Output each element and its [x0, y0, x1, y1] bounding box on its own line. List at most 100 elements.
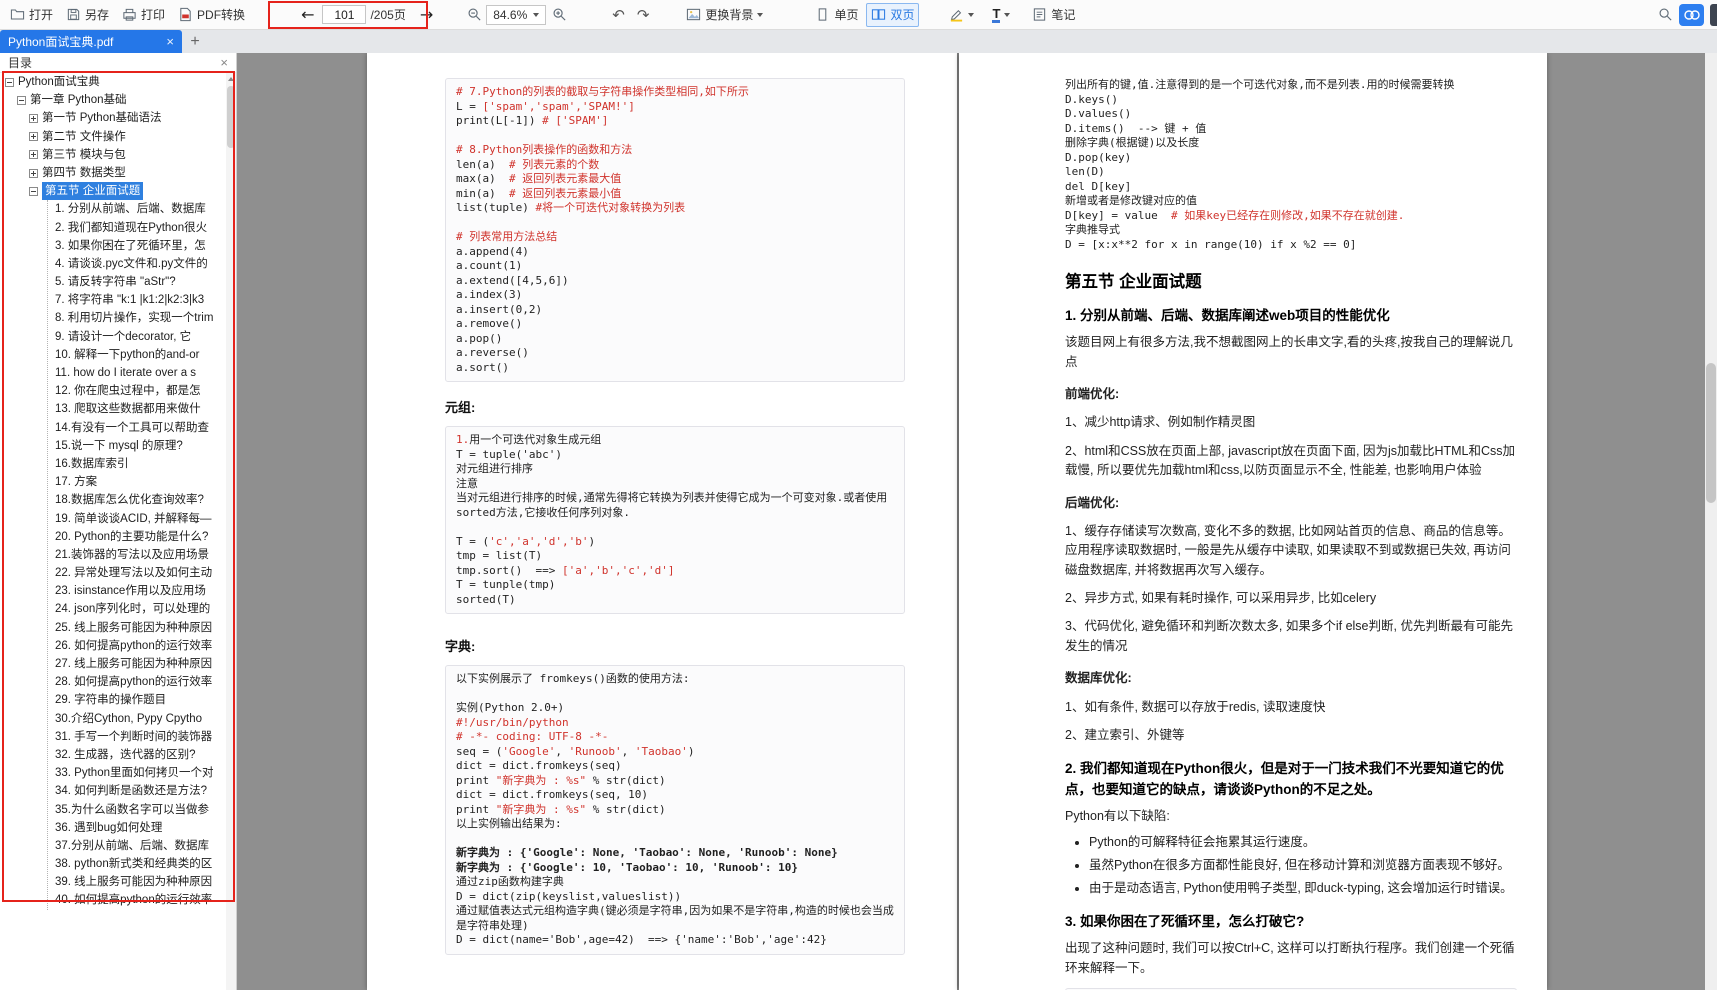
toc-question-item[interactable]: 17. 方案	[48, 473, 226, 491]
toc-question-item[interactable]: 40. 如何提高python的运行效率	[48, 891, 226, 909]
tab-python-mianshi-pdf[interactable]: Python面试宝典.pdf ×	[0, 30, 182, 53]
toc-question-item[interactable]: 1. 分别从前端、后端、数据库	[48, 200, 226, 218]
toc-question-item[interactable]: 29. 字符串的操作题目	[48, 691, 226, 709]
page-number-input[interactable]	[322, 5, 366, 24]
toc-question-item[interactable]: 3. 如果你困在了死循环里，怎	[48, 237, 226, 255]
zoom-level-dropdown[interactable]: 84.6%	[486, 5, 546, 25]
toc-root-label: Python面试宝典	[18, 73, 100, 91]
toc-section-item[interactable]: 第三节 模块与包	[0, 146, 226, 164]
toc-question-item[interactable]: 2. 我们都知道现在Python很火	[48, 219, 226, 237]
expand-icon[interactable]	[29, 132, 38, 141]
zoom-in-button[interactable]	[548, 3, 571, 27]
tab-close-icon[interactable]: ×	[166, 34, 174, 49]
toc-question-item[interactable]: 38. python新式类和经典类的区	[48, 855, 226, 873]
note-button[interactable]: 笔记	[1028, 3, 1079, 27]
toc-question-item[interactable]: 35.为什么函数名字可以当做参	[48, 801, 226, 819]
toc-section-selected[interactable]: 第五节 企业面试题	[0, 182, 226, 200]
edge-partial-icon[interactable]	[1710, 4, 1717, 26]
toc-question-item[interactable]: 36. 遇到bug如何处理	[48, 819, 226, 837]
toc-question-item[interactable]: 23. isinstance作用以及应用场	[48, 582, 226, 600]
toc-section-item[interactable]: 第一节 Python基础语法	[0, 109, 226, 127]
bullet-item: Python的可解释特征会拖累其运行速度。	[1089, 832, 1517, 852]
toc-question-item[interactable]: 22. 异常处理写法以及如何主动	[48, 564, 226, 582]
toc-question-item[interactable]: 10. 解释一下python的and-or	[48, 346, 226, 364]
toc-question-item[interactable]: 39. 线上服务可能因为种种原因	[48, 873, 226, 891]
toc-question-item[interactable]: 25. 线上服务可能因为种种原因	[48, 619, 226, 637]
toc-question-item[interactable]: 34. 如何判断是函数还是方法?	[48, 782, 226, 800]
toc-question-item[interactable]: 21.装饰器的写法以及应用场景	[48, 546, 226, 564]
list-item: 3、代码优化, 避免循环和判断次数太多, 如果多个if else判断, 优先判断…	[1065, 617, 1517, 656]
toc-question-item[interactable]: 11. how do I iterate over a s	[48, 364, 226, 382]
toc-question-item[interactable]: 12. 你在爬虫过程中，都是怎	[48, 382, 226, 400]
question-1-heading: 1. 分别从前端、后端、数据库阐述web项目的性能优化	[1065, 306, 1517, 326]
chevron-down-icon	[968, 13, 974, 17]
text-tool-button[interactable]: T	[988, 3, 1014, 27]
toc-question-item[interactable]: 16.数据库索引	[48, 455, 226, 473]
prev-page-button[interactable]: ←	[297, 5, 318, 24]
sidebar-scrollbar[interactable]	[226, 73, 236, 990]
toc-question-item[interactable]: 18.数据库怎么优化查询效率?	[48, 491, 226, 509]
save-as-button[interactable]: 另存	[62, 3, 113, 27]
toc-question-item[interactable]: 9. 请设计一个decorator, 它	[48, 328, 226, 346]
collapse-icon[interactable]	[17, 96, 26, 105]
frontend-items: 1、减少http请求、例如制作精灵图2、html和CSS放在页面上部, java…	[1065, 413, 1517, 480]
expand-icon[interactable]	[29, 169, 38, 178]
toc-header: 目录 ×	[0, 53, 236, 73]
vip-link-button[interactable]	[1679, 4, 1704, 26]
bullet-item: 由于是动态语言, Python使用鸭子类型, 即duck-typing, 这会增…	[1089, 878, 1517, 898]
list-item: 1、如有条件, 数据可以存放于redis, 读取速度快	[1065, 698, 1517, 717]
collapse-icon[interactable]	[5, 78, 14, 87]
toc-question-item[interactable]: 30.介绍Cython, Pypy Cpytho	[48, 710, 226, 728]
toc-root-item[interactable]: Python面试宝典	[0, 73, 226, 91]
toc-section-item[interactable]: 第二节 文件操作	[0, 128, 226, 146]
document-scroll-thumb[interactable]	[1706, 363, 1716, 503]
question-3-intro: 出现了这种问题时, 我们可以按Ctrl+C, 这样可以打断执行程序。我们创建一个…	[1065, 939, 1517, 978]
toc-question-item[interactable]: 13. 爬取这些数据都用来做什	[48, 400, 226, 418]
new-tab-button[interactable]: +	[182, 30, 208, 53]
toc-question-item[interactable]: 7. 将字符串 "k:1 |k1:2|k2:3|k3	[48, 291, 226, 309]
toc-question-item[interactable]: 19. 简单谈谈ACID, 并解释每—	[48, 510, 226, 528]
zoom-out-button[interactable]	[463, 3, 486, 27]
toc-question-item[interactable]: 4. 请谈谈.pyc文件和.py文件的	[48, 255, 226, 273]
redo-button[interactable]: ↷	[634, 6, 653, 24]
change-background-button[interactable]: 更换背景	[682, 3, 767, 27]
print-button[interactable]: 打印	[118, 3, 169, 27]
toc-question-item[interactable]: 28. 如何提高python的运行效率	[48, 673, 226, 691]
code-block-dict-ops: 列出所有的键,值.注意得到的是一个可迭代对象,而不是列表.用的时候需要转换D.k…	[1065, 78, 1517, 252]
save-as-label: 另存	[85, 6, 109, 23]
toc-question-item[interactable]: 24. json序列化时，可以处理的	[48, 600, 226, 618]
collapse-icon[interactable]	[29, 187, 38, 196]
next-page-button[interactable]: →	[416, 5, 437, 24]
toc-chapter-label: 第一章 Python基础	[30, 91, 127, 109]
open-button[interactable]: 打开	[6, 3, 57, 27]
document-scrollbar[interactable]	[1705, 53, 1717, 990]
tab-title: Python面试宝典.pdf	[8, 33, 160, 50]
toc-question-item[interactable]: 8. 利用切片操作，实现一个trim	[48, 309, 226, 327]
toc-question-item[interactable]: 5. 请反转字符串 "aStr"?	[48, 273, 226, 291]
toc-question-item[interactable]: 32. 生成器，迭代器的区别?	[48, 746, 226, 764]
toc-question-item[interactable]: 14.有没有一个工具可以帮助查	[48, 419, 226, 437]
list-item: 1、缓存存储读写次数高, 变化不多的数据, 比如网站首页的信息、商品的信息等。应…	[1065, 522, 1517, 580]
sidebar-close-icon[interactable]: ×	[220, 55, 228, 70]
search-icon[interactable]	[1658, 7, 1673, 22]
toc-question-item[interactable]: 15.说一下 mysql 的原理?	[48, 437, 226, 455]
print-icon	[122, 7, 137, 22]
expand-icon[interactable]	[29, 114, 38, 123]
toc-question-item[interactable]: 26. 如何提高python的运行效率	[48, 637, 226, 655]
sidebar-scroll-thumb[interactable]	[227, 86, 235, 148]
toc-question-item[interactable]: 33. Python里面如何拷贝一个对	[48, 764, 226, 782]
double-page-mode-button[interactable]: 双页	[866, 3, 919, 27]
scroll-up-icon[interactable]	[228, 77, 234, 81]
highlighter-tool-button[interactable]	[945, 3, 978, 27]
chevron-down-icon	[1004, 13, 1010, 17]
pdf-convert-button[interactable]: PDF转换	[174, 3, 249, 27]
toc-question-item[interactable]: 20. Python的主要功能是什么?	[48, 528, 226, 546]
toc-question-item[interactable]: 27. 线上服务可能因为种种原因	[48, 655, 226, 673]
single-page-mode-button[interactable]: 单页	[811, 3, 862, 27]
toc-section-item[interactable]: 第四节 数据类型	[0, 164, 226, 182]
toc-chapter-item[interactable]: 第一章 Python基础	[0, 91, 226, 109]
toc-question-item[interactable]: 37.分别从前端、后端、数据库	[48, 837, 226, 855]
expand-icon[interactable]	[29, 150, 38, 159]
undo-button[interactable]: ↶	[609, 6, 628, 24]
toc-question-item[interactable]: 31. 手写一个判断时间的装饰器	[48, 728, 226, 746]
